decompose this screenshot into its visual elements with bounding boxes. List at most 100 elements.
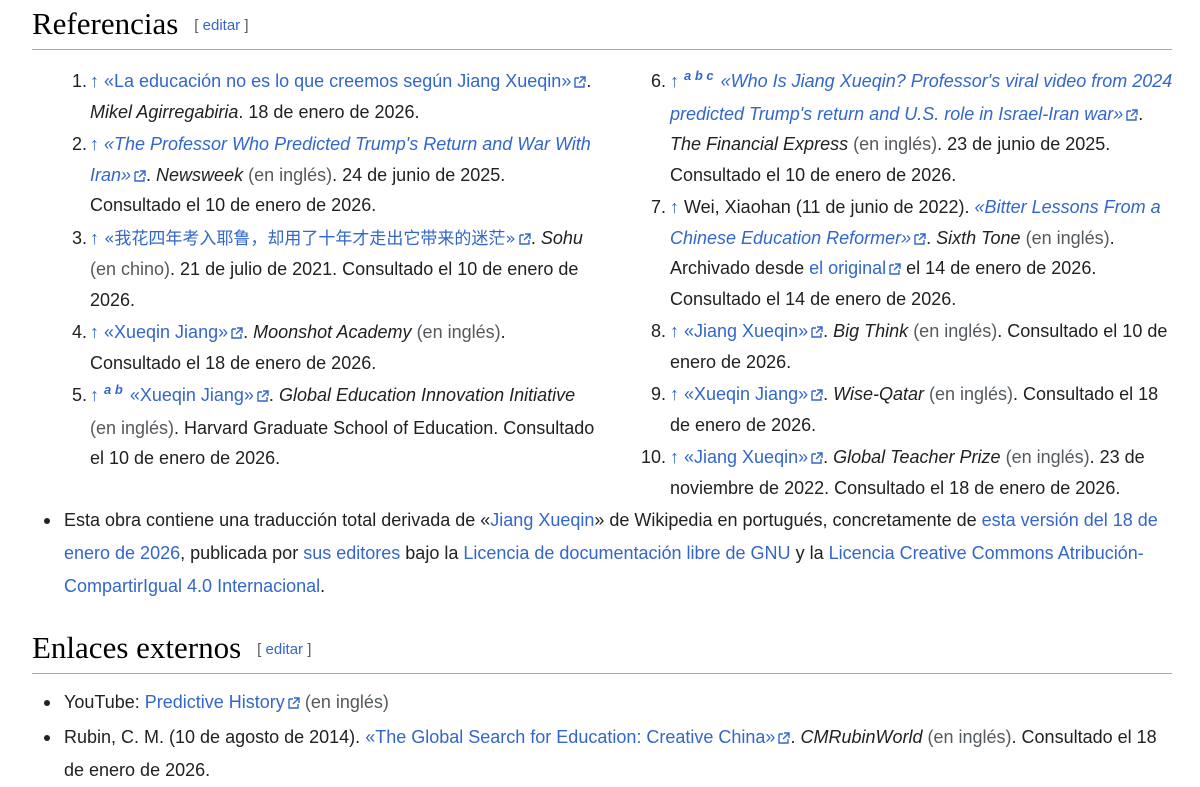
external-link-icon <box>288 697 300 709</box>
reference-item: 7. ↑ Wei, Xiaohan (11 de junio de 2022). … <box>640 192 1175 314</box>
edit-section-references: [ editar ] <box>194 17 249 34</box>
external-publisher: CMRubinWorld <box>800 727 923 747</box>
reference-language: (en chino) <box>90 259 171 279</box>
reference-item: 10. ↑ «Jiang Xueqin». Global Teacher Priz… <box>640 442 1175 503</box>
reference-language: (en inglés) <box>913 321 998 341</box>
bullet-dot <box>44 700 50 706</box>
source-article-link[interactable]: Jiang Xueqin <box>490 510 594 530</box>
backlink-arrow[interactable]: ↑ <box>90 385 99 405</box>
reference-number: 6. <box>650 71 666 91</box>
reference-language: (en inglés) <box>90 417 175 438</box>
backlink-arrow[interactable]: ↑ <box>670 384 679 404</box>
reference-title-link[interactable]: «Who Is Jiang Xueqin? Professor's viral … <box>670 71 1172 124</box>
references-divider <box>32 49 1172 50</box>
reference-item: 4. ↑ «Xueqin Jiang». Moonshot Academy (en… <box>72 317 598 378</box>
bullet-dot <box>44 518 50 524</box>
gnu-license-link[interactable]: Licencia de documentación libre de GNU <box>463 543 790 563</box>
reference-publisher: Newsweek <box>156 164 244 185</box>
backlink-arrow[interactable]: ↑ <box>90 322 99 342</box>
backref-letters[interactable]: a b c <box>684 68 714 83</box>
reference-language: (en inglés) <box>1005 447 1090 467</box>
external-link-icon <box>811 452 823 464</box>
reference-language: (en inglés) <box>1025 227 1110 248</box>
reference-publisher: Global Teacher Prize <box>833 447 1001 467</box>
reference-language: (en inglés) <box>853 134 938 154</box>
external-link-item: YouTube: Predictive History (en inglés) <box>44 686 1174 719</box>
reference-number: 1. <box>71 71 87 91</box>
external-link-icon <box>1126 108 1138 121</box>
backlink-arrow[interactable]: ↑ <box>670 447 679 467</box>
references-heading: Referencias [ editar ] <box>32 6 249 42</box>
reference-details: . 18 de enero de 2026. <box>238 101 420 122</box>
reference-title-link[interactable]: «Xueqin Jiang» <box>104 322 228 342</box>
external-link-icon <box>811 389 823 401</box>
archived-original-link[interactable]: el original <box>809 258 886 278</box>
edit-link-external[interactable]: editar <box>266 641 304 658</box>
external-link-icon <box>134 169 146 182</box>
references-list-left: 1. ↑ «La educación no es lo que creemos s… <box>68 66 598 476</box>
reference-number: 4. <box>71 322 87 342</box>
reference-title-link[interactable]: «Xueqin Jiang» <box>684 384 808 404</box>
external-link-icon <box>231 327 243 339</box>
reference-item: 9. ↑ «Xueqin Jiang». Wise-Qatar (en inglé… <box>640 379 1175 440</box>
external-links-heading: Enlaces externos [ editar ] <box>32 630 311 666</box>
reference-publisher: Mikel Agirregabiria <box>90 101 239 122</box>
external-link-icon <box>889 263 901 275</box>
backref-letters[interactable]: a b <box>104 382 123 397</box>
external-link[interactable]: Predictive History <box>145 692 285 712</box>
backlink-arrow[interactable]: ↑ <box>90 71 99 91</box>
reference-number: 10. <box>640 447 666 467</box>
reference-number: 3. <box>71 227 87 248</box>
external-link-icon <box>811 326 823 338</box>
external-link-icon <box>574 76 587 88</box>
reference-number: 2. <box>71 134 87 154</box>
reference-publisher: Moonshot Academy <box>253 322 412 342</box>
reference-publisher: The Financial Express <box>670 134 849 154</box>
reference-publisher: Global Education Innovation Initiative <box>278 385 576 405</box>
reference-publisher: Sixth Tone <box>936 227 1021 248</box>
external-language: (en inglés) <box>304 692 389 712</box>
reference-item: 3. ↑ «我花四年考入耶鲁，却用了十年才走出它带来的迷茫». Sohu (en … <box>72 223 598 316</box>
reference-number: 9. <box>650 384 666 404</box>
reference-language: (en inglés) <box>929 384 1014 404</box>
external-links-title: Enlaces externos <box>32 630 242 665</box>
reference-publisher: Wise-Qatar <box>833 384 924 404</box>
external-link-icon <box>914 232 926 245</box>
references-list-right: 6. ↑ a b c «Who Is Jiang Xueqin? Professo… <box>640 66 1175 505</box>
reference-number: 5. <box>71 385 87 405</box>
backlink-arrow[interactable]: ↑ <box>670 197 679 217</box>
external-link[interactable]: «The Global Search for Education: Creati… <box>365 727 775 747</box>
external-link-item: Rubin, C. M. (10 de agosto de 2014). «Th… <box>44 721 1174 787</box>
editors-link[interactable]: sus editores <box>303 543 400 563</box>
backlink-arrow[interactable]: ↑ <box>90 228 99 248</box>
reference-title-link[interactable]: «我花四年考入耶鲁，却用了十年才走出它带来的迷茫» <box>104 229 516 249</box>
references-title: Referencias <box>32 6 179 41</box>
reference-number: 8. <box>650 321 666 341</box>
reference-item: 2. ↑ «The Professor Who Predicted Trump's… <box>72 129 598 221</box>
edit-link-references[interactable]: editar <box>203 17 241 34</box>
backlink-arrow[interactable]: ↑ <box>670 321 679 341</box>
reference-item: 5. ↑ a b «Xueqin Jiang». Global Education… <box>72 380 598 474</box>
external-links-divider <box>32 673 1172 674</box>
bullet-dot <box>44 735 50 741</box>
backlink-arrow[interactable]: ↑ <box>90 134 99 154</box>
reference-publisher: Sohu <box>540 227 583 248</box>
external-link-icon <box>257 390 269 402</box>
backlink-arrow[interactable]: ↑ <box>670 71 679 91</box>
reference-number: 7. <box>650 197 666 217</box>
external-link-icon <box>778 732 791 744</box>
reference-title-link[interactable]: «Xueqin Jiang» <box>130 385 254 405</box>
external-prefix: Rubin, C. M. (10 de agosto de 2014). <box>64 727 361 747</box>
reference-language: (en inglés) <box>248 164 333 185</box>
reference-language: (en inglés) <box>416 322 501 342</box>
reference-item: 8. ↑ «Jiang Xueqin». Big Think (en inglés… <box>640 316 1175 377</box>
edit-section-external: [ editar ] <box>257 641 312 658</box>
reference-author: Wei, Xiaohan (11 de junio de 2022). <box>684 197 970 217</box>
reference-title-link[interactable]: «La educación no es lo que creemos según… <box>104 71 571 91</box>
reference-title-link[interactable]: «Jiang Xueqin» <box>684 447 808 467</box>
reference-title-link[interactable]: «Jiang Xueqin» <box>684 321 808 341</box>
reference-item: 1. ↑ «La educación no es lo que creemos s… <box>72 66 598 127</box>
reference-item: 6. ↑ a b c «Who Is Jiang Xueqin? Professo… <box>640 66 1175 190</box>
translation-note: Esta obra contiene una traducción total … <box>44 504 1174 603</box>
external-language: (en inglés) <box>927 727 1012 747</box>
